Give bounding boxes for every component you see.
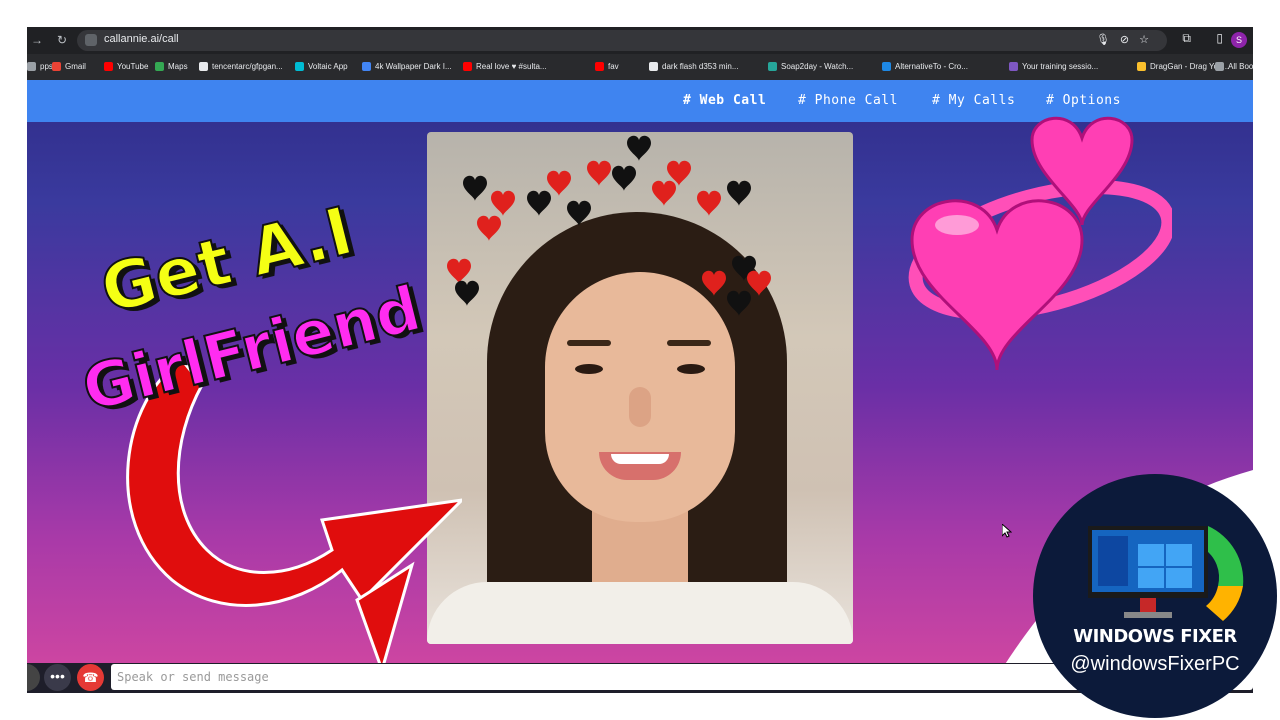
bookmark-item[interactable]: Maps — [155, 62, 188, 71]
bookmark-label: tencentarc/gfpgan... — [212, 62, 283, 71]
bookmark-item[interactable]: AlternativeTo - Cro... — [882, 62, 968, 71]
bookmark-item[interactable]: fav — [595, 62, 619, 71]
bookmark-label: 4k Wallpaper Dark I... — [375, 62, 452, 71]
ai-girlfriend-photo — [427, 132, 853, 644]
bookmark-favicon-icon — [52, 62, 61, 71]
bookmark-label: Maps — [168, 62, 188, 71]
bookmark-favicon-icon — [199, 62, 208, 71]
bookmark-label: Gmail — [65, 62, 86, 71]
photo-eye-left — [575, 364, 603, 374]
bookmark-item[interactable]: YouTube — [104, 62, 148, 71]
side-panel-icon[interactable]: ▯ — [1216, 31, 1223, 45]
extensions-icon[interactable]: ⧉ — [1182, 31, 1191, 46]
bookmark-favicon-icon — [768, 62, 777, 71]
heart-crown — [447, 135, 771, 316]
mouse-cursor-icon — [1002, 524, 1012, 538]
bookmark-label: All Bookm — [1228, 62, 1253, 71]
eye-off-icon[interactable]: ⊘ — [1120, 34, 1139, 46]
pink-hearts-decoration — [908, 116, 1172, 371]
bookmark-favicon-icon — [463, 62, 472, 71]
bookmark-favicon-icon — [104, 62, 113, 71]
photo-eye-right — [677, 364, 705, 374]
bookmark-item[interactable]: Real love ♥ #sulta... — [463, 62, 547, 71]
hangup-button[interactable]: ☎ — [77, 664, 104, 691]
bookmark-favicon-icon — [1137, 62, 1146, 71]
microphone-icon[interactable]: 🎙 — [1096, 34, 1120, 46]
mic-button[interactable] — [27, 664, 40, 691]
photo-brow-left — [567, 340, 611, 346]
url-text[interactable]: callannie.ai/call — [104, 33, 179, 45]
bookmark-item[interactable]: Soap2day - Watch... — [768, 62, 853, 71]
bookmark-favicon-icon — [155, 62, 164, 71]
channel-badge: WINDOWS FIXER @windowsFixerPC — [1033, 474, 1277, 718]
bookmark-item[interactable]: Your training sessio... — [1009, 62, 1098, 71]
bookmark-item[interactable]: All Bookm — [1215, 62, 1253, 71]
omnibox-icons: 🎙⊘☆ — [1096, 33, 1159, 46]
more-icon[interactable]: ••• — [44, 664, 71, 691]
bookmark-item[interactable]: Voltaic App — [295, 62, 348, 71]
reload-icon[interactable]: ↻ — [57, 33, 67, 47]
photo-shirt — [427, 582, 853, 644]
site-info-icon[interactable] — [85, 34, 97, 46]
bookmark-favicon-icon — [595, 62, 604, 71]
bookmark-favicon-icon — [882, 62, 891, 71]
bookmark-label: pps — [40, 62, 53, 71]
bookmark-label: Your training sessio... — [1022, 62, 1099, 71]
bookmark-label: AlternativeTo - Cro... — [895, 62, 968, 71]
bookmark-item[interactable]: pps — [27, 62, 53, 71]
bookmark-item[interactable]: tencentarc/gfpgan... — [199, 62, 283, 71]
star-icon[interactable]: ☆ — [1139, 34, 1159, 46]
bookmark-item[interactable]: Gmail — [52, 62, 86, 71]
profile-avatar[interactable]: S — [1231, 32, 1247, 48]
bookmark-favicon-icon — [27, 62, 36, 71]
bookmark-item[interactable]: 4k Wallpaper Dark I... — [362, 62, 452, 71]
bookmark-favicon-icon — [362, 62, 371, 71]
nav-web-call[interactable]: # Web Call — [683, 93, 766, 108]
bookmark-label: Real love ♥ #sulta... — [476, 62, 547, 71]
monitor-icon — [1088, 526, 1244, 621]
bookmark-favicon-icon — [1215, 62, 1224, 71]
bookmark-label: dark flash d353 min... — [662, 62, 739, 71]
bookmark-favicon-icon — [649, 62, 658, 71]
badge-handle: @windowsFixerPC — [1070, 653, 1240, 675]
bookmark-label: fav — [608, 62, 619, 71]
bookmark-label: Soap2day - Watch... — [781, 62, 854, 71]
bookmark-label: YouTube — [117, 62, 149, 71]
bookmarks-bar: pps Gmail YouTube Maps tencentarc/gfpgan... V… — [27, 54, 1253, 80]
bookmark-favicon-icon — [295, 62, 304, 71]
bookmark-label: Voltaic App — [308, 62, 348, 71]
photo-brow-right — [667, 340, 711, 346]
badge-title: WINDOWS FIXER — [1073, 626, 1237, 647]
photo-teeth — [611, 454, 669, 464]
address-bar[interactable]: callannie.ai/call 🎙⊘☆ — [77, 30, 1167, 51]
browser-toolbar: → ↻ callannie.ai/call 🎙⊘☆ ⧉ ▯ S — [27, 27, 1253, 54]
forward-icon[interactable]: → — [31, 33, 43, 47]
bookmark-item[interactable]: dark flash d353 min... — [649, 62, 738, 71]
nav-phone-call[interactable]: # Phone Call — [798, 93, 898, 108]
photo-nose — [629, 387, 651, 427]
bookmark-favicon-icon — [1009, 62, 1018, 71]
